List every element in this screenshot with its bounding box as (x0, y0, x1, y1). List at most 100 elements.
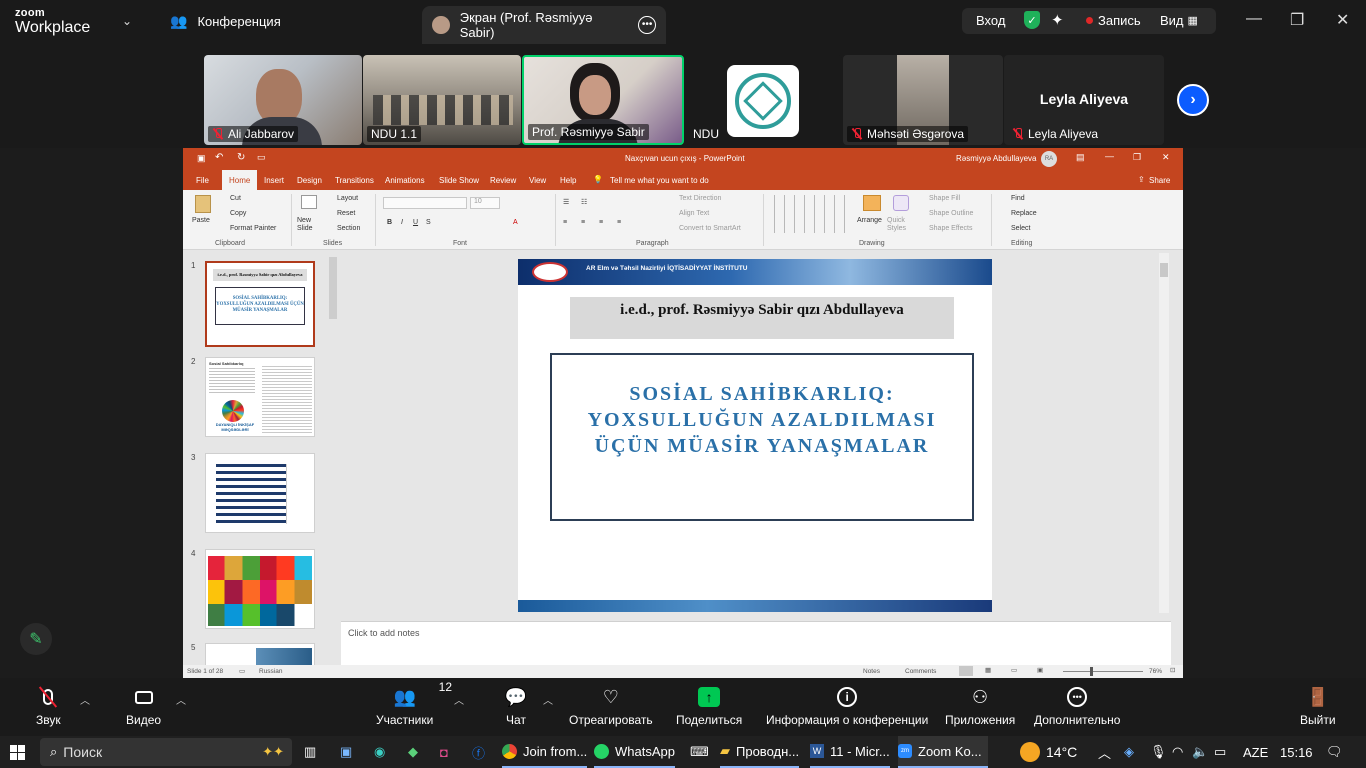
canvas-scrollbar[interactable] (1159, 253, 1169, 613)
slide-thumbnail[interactable]: Sosial Sahibkarlıq DAYANIQLI İNKİŞAF MƏQ… (205, 357, 315, 437)
shield-icon[interactable]: ✓ (1024, 11, 1040, 29)
tab-help[interactable]: Help (560, 176, 576, 185)
minimize-icon[interactable]: — (1105, 151, 1114, 161)
notes-button[interactable]: Notes (863, 668, 880, 675)
audio-options-chevron[interactable]: ︿ (80, 692, 90, 707)
facebook-icon[interactable]: ⓕ (472, 736, 485, 768)
zoom-slider[interactable] (1063, 671, 1143, 672)
conference-menu[interactable]: 👥 Конференция (170, 13, 281, 30)
participant-tile[interactable]: Məhsəti Əsgərova (843, 55, 1003, 145)
video-button[interactable]: Видео (126, 686, 161, 727)
participant-tile-active[interactable]: Prof. Rəsmiyyə Sabir (522, 55, 684, 145)
layout-button[interactable]: Layout (337, 195, 358, 202)
strikethrough-button[interactable]: S (426, 219, 431, 226)
shape-effects-button[interactable]: Shape Effects (929, 225, 972, 232)
close-icon[interactable]: ✕ (1336, 10, 1349, 30)
speaker-icon[interactable]: 🔈 (1192, 736, 1208, 768)
tell-me-input[interactable]: Tell me what you want to do (610, 176, 709, 185)
slide-sorter-icon[interactable]: ▦ (985, 666, 991, 674)
convert-smartart-button[interactable]: Convert to SmartArt (679, 225, 741, 232)
weather-widget[interactable]: 14°C (1020, 736, 1077, 768)
mute-button[interactable]: Звук (36, 686, 61, 727)
participants-button[interactable]: 👥 12 Участники (376, 680, 452, 727)
format-painter-button[interactable]: Format Painter (230, 225, 276, 232)
clock[interactable]: 15:16 (1280, 736, 1313, 768)
normal-view-icon[interactable] (959, 666, 973, 676)
slide-thumbnail[interactable]: i.e.d., prof. Rəsmiyyə Sabir qızı Abdull… (205, 261, 315, 347)
sparkle-icon[interactable]: ✦ (1051, 11, 1064, 29)
taskbar-app-icon[interactable]: ▣ (340, 736, 352, 768)
share-screen-button[interactable]: ↑ Поделиться (676, 686, 742, 727)
section-button[interactable]: Section (337, 225, 360, 232)
edge-icon[interactable]: ◉ (374, 736, 385, 768)
font-color-icon[interactable]: A (513, 219, 518, 226)
reading-view-icon[interactable]: ▭ (1011, 666, 1017, 674)
tab-shared-screen[interactable]: Экран (Prof. Rəsmiyyə Sabir) ••• (422, 6, 666, 44)
align-right-icon[interactable]: ≡ (599, 219, 603, 226)
avatar[interactable]: RA (1041, 151, 1057, 167)
restore-icon[interactable]: ❐ (1133, 152, 1141, 163)
wifi-icon[interactable]: ◠ (1172, 736, 1183, 768)
justify-icon[interactable]: ≡ (617, 219, 621, 226)
align-center-icon[interactable]: ≡ (581, 219, 585, 226)
replace-button[interactable]: Replace (1011, 210, 1037, 217)
slide-thumbnail[interactable] (205, 549, 315, 629)
tab-insert[interactable]: Insert (264, 176, 284, 185)
annotate-button[interactable]: ✎ (20, 623, 52, 655)
quick-styles-button[interactable]: Quick Styles (887, 217, 913, 233)
paste-icon[interactable] (195, 195, 211, 213)
microphone-icon[interactable]: 🎙 (1150, 736, 1167, 768)
new-slide-icon[interactable] (301, 195, 317, 209)
align-text-button[interactable]: Align Text (679, 210, 709, 217)
bullets-icon[interactable]: ☰ (563, 198, 569, 206)
italic-button[interactable]: I (401, 219, 403, 226)
slide-thumbnail[interactable] (205, 643, 315, 667)
redo-icon[interactable]: ↻ (237, 152, 245, 163)
zoom-level[interactable]: 76% (1149, 668, 1162, 675)
comments-button[interactable]: Comments (905, 668, 936, 675)
taskbar-zoom[interactable]: zm Zoom Ko... (898, 736, 988, 768)
arrange-button[interactable]: Arrange (857, 217, 882, 224)
next-page-button[interactable]: › (1177, 84, 1209, 116)
tab-review[interactable]: Review (490, 176, 516, 185)
tab-transitions[interactable]: Transitions (335, 176, 374, 185)
share-button[interactable]: Share (1149, 176, 1170, 185)
tray-chevron-up-icon[interactable]: ︿ (1098, 736, 1111, 768)
ribbon-display-icon[interactable]: ▤ (1076, 152, 1085, 163)
notes-pane[interactable]: Click to add notes (341, 621, 1171, 665)
tab-file[interactable]: File (196, 176, 209, 185)
zoom-slider-thumb[interactable] (1090, 667, 1093, 676)
font-name-select[interactable] (383, 197, 467, 209)
tab-design[interactable]: Design (297, 176, 322, 185)
cut-button[interactable]: Cut (230, 195, 241, 202)
taskbar-app-icon[interactable]: ◆ (408, 736, 418, 768)
keyboard-icon[interactable]: ⌨ (690, 736, 709, 768)
participant-tile[interactable]: Leyla Aliyeva Leyla Aliyeva (1004, 55, 1164, 145)
tab-animations[interactable]: Animations (385, 176, 425, 185)
chat-button[interactable]: 💬 Чат (504, 686, 528, 728)
arrange-icon[interactable] (863, 195, 881, 211)
leave-button[interactable]: 🚪 Выйти (1300, 686, 1336, 728)
new-slide-button[interactable]: New Slide (297, 217, 323, 233)
copy-button[interactable]: Copy (230, 210, 246, 217)
shape-outline-button[interactable]: Shape Outline (929, 210, 973, 217)
participant-tile[interactable]: NDU (685, 55, 842, 145)
save-icon[interactable]: ▣ (197, 153, 206, 164)
shapes-gallery[interactable] (771, 195, 853, 233)
bold-button[interactable]: B (387, 219, 392, 226)
align-left-icon[interactable]: ≡ (563, 219, 567, 226)
paste-button[interactable]: Paste (192, 217, 210, 224)
notifications-icon[interactable]: 🗨 (1326, 736, 1343, 768)
battery-icon[interactable]: ▭ (1214, 736, 1226, 768)
spellcheck-icon[interactable]: ▭ (239, 667, 245, 675)
tab-view[interactable]: View (529, 176, 546, 185)
participant-tile[interactable]: Ali Jabbarov (204, 55, 362, 145)
participant-tile[interactable]: NDU 1.1 (363, 55, 521, 145)
chevron-down-icon[interactable]: ⌄ (122, 14, 132, 28)
thumbnail-scrollbar[interactable] (329, 257, 337, 319)
start-button[interactable] (10, 736, 25, 768)
select-button[interactable]: Select (1011, 225, 1030, 232)
restore-icon[interactable]: ❐ (1290, 10, 1304, 30)
view-button[interactable]: Вид ▦ (1160, 13, 1198, 28)
current-slide[interactable]: AR Elm və Təhsil Nazirliyi İQTİSADİYYAT … (518, 259, 992, 612)
